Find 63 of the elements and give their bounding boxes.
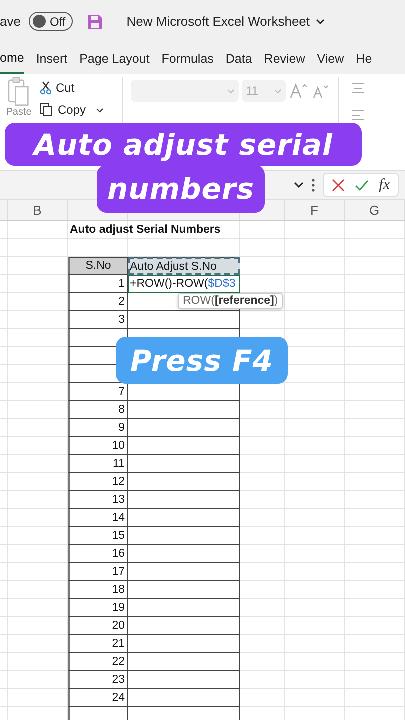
column-header[interactable]: B — [8, 200, 68, 220]
table-cell: 7 — [68, 383, 128, 401]
table-cell: 17 — [68, 563, 128, 581]
table-cell — [68, 707, 128, 720]
table-cell: 12 — [68, 473, 128, 491]
table-cell: 2 — [68, 293, 128, 311]
autosave-label: ave — [0, 14, 21, 29]
ribbon-tab[interactable]: Insert — [36, 43, 68, 74]
table-header: S.No — [68, 257, 128, 275]
column-header[interactable]: F — [285, 200, 345, 220]
paste-button[interactable]: Paste — [6, 107, 32, 118]
align-left-icon[interactable] — [351, 110, 366, 121]
save-icon[interactable] — [86, 14, 103, 30]
table-cell: 8 — [68, 401, 128, 419]
table-cell: 15 — [68, 527, 128, 545]
table-header: Auto Adjust S.No — [128, 257, 240, 275]
chevron-down-icon — [274, 88, 282, 94]
column-header[interactable]: G — [345, 200, 405, 220]
table-cell: 13 — [68, 491, 128, 509]
clipboard-icon[interactable] — [8, 77, 30, 107]
more-icon[interactable] — [312, 178, 316, 192]
table-cell: 20 — [68, 617, 128, 635]
ribbon-tab[interactable]: Page Layout — [80, 43, 150, 74]
table-cell: 23 — [68, 671, 128, 689]
function-tooltip: ROW([reference]) — [178, 293, 284, 309]
table-cell: 1 — [68, 275, 128, 293]
sheet-title: Auto adjust Serial Numbers — [70, 224, 221, 236]
table-cell: 18 — [68, 581, 128, 599]
copy-button[interactable]: Copy — [40, 103, 104, 117]
autosave-toggle[interactable]: Off — [28, 12, 73, 31]
check-icon[interactable] — [355, 180, 370, 190]
insert-function-button[interactable]: fx — [379, 176, 390, 194]
table-cell: 24 — [68, 689, 128, 707]
formula-input-field[interactable]: +ROW()-ROW($D$3 — [128, 275, 240, 293]
font-name-field[interactable] — [131, 80, 240, 102]
table-cell: 21 — [68, 635, 128, 653]
table-cell: 14 — [68, 509, 128, 527]
ribbon-tab[interactable]: He — [356, 43, 372, 74]
grow-font-icon[interactable] — [289, 82, 310, 100]
scissors-icon — [40, 81, 52, 95]
table-cell: 9 — [68, 419, 128, 437]
caption-banner: Press F4 — [116, 337, 288, 384]
ribbon-tab[interactable]: Review — [264, 43, 306, 74]
table-cell: 11 — [68, 455, 128, 473]
chevron-down-icon[interactable] — [316, 18, 326, 24]
table-cell: 10 — [68, 437, 128, 455]
ribbon-tab[interactable]: Data — [226, 43, 252, 74]
close-icon[interactable] — [332, 178, 346, 192]
ribbon-tab[interactable]: View — [317, 43, 344, 74]
caption-banner: numbers — [97, 165, 265, 213]
caption-banner: Auto adjust serial — [5, 123, 362, 166]
align-center-icon[interactable] — [351, 83, 366, 94]
chevron-down-icon — [96, 108, 104, 112]
cut-button[interactable]: Cut — [40, 81, 104, 95]
document-title[interactable]: New Microsoft Excel Worksheet — [126, 14, 310, 29]
table-cell: 3 — [68, 311, 128, 329]
table-cell: 22 — [68, 653, 128, 671]
table-cell: 16 — [68, 545, 128, 563]
chevron-down-icon[interactable] — [294, 182, 304, 188]
ribbon-tab[interactable]: Formulas — [162, 43, 214, 74]
chevron-down-icon — [227, 88, 236, 94]
table-cell: 19 — [68, 599, 128, 617]
copy-icon — [40, 103, 54, 117]
